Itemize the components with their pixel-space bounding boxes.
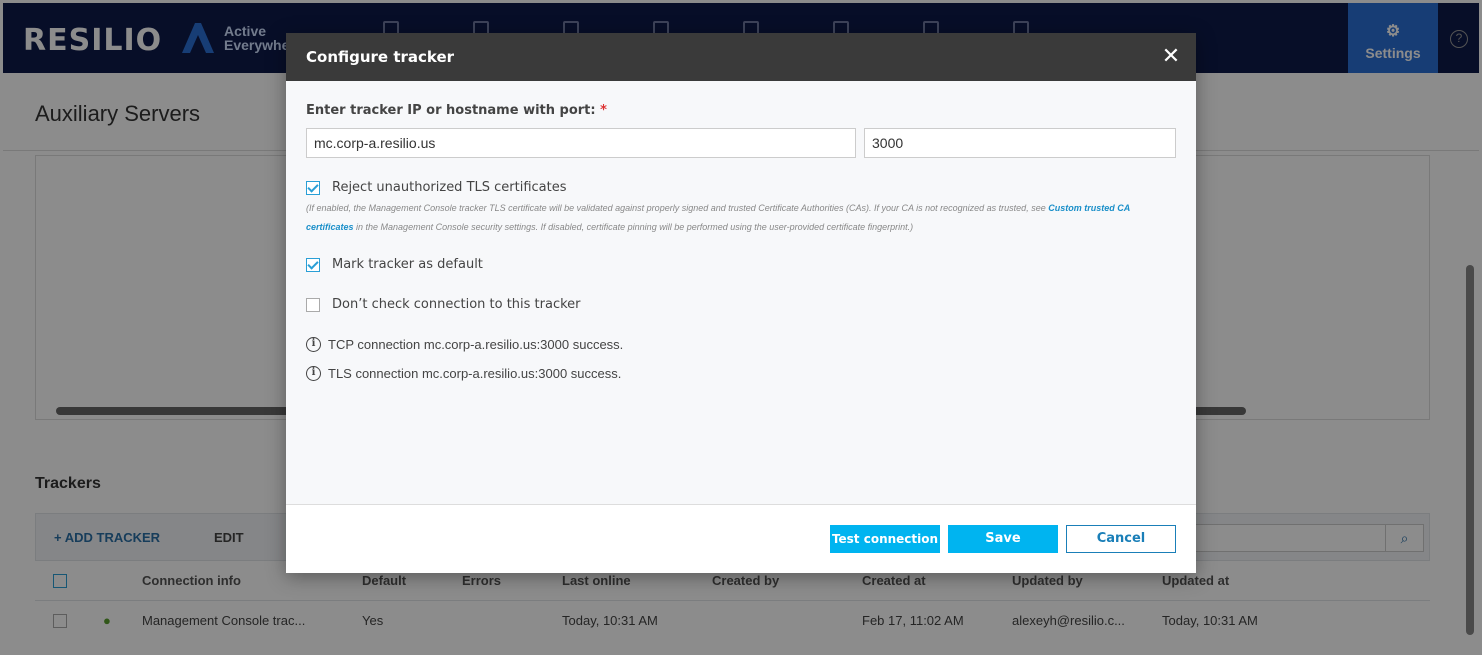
tls-hint-part2: in the Management Console security setti…: [353, 222, 914, 232]
dont-check-connection-checkbox[interactable]: [306, 298, 320, 312]
info-icon: i: [306, 366, 321, 381]
tls-status-line: i TLS connection mc.corp-a.resilio.us:30…: [306, 366, 621, 381]
tracker-host-input[interactable]: [306, 128, 856, 158]
test-connection-button[interactable]: Test connection: [830, 525, 940, 553]
tracker-address-label: Enter tracker IP or hostname with port: …: [306, 103, 607, 118]
close-icon[interactable]: ✕: [1158, 43, 1184, 69]
tcp-status-line: i TCP connection mc.corp-a.resilio.us:30…: [306, 337, 623, 352]
dont-check-connection-label[interactable]: Don’t check connection to this tracker: [332, 297, 581, 312]
dialog-header: Configure tracker ✕: [286, 33, 1196, 81]
configure-tracker-dialog: Configure tracker ✕ Enter tracker IP or …: [286, 33, 1196, 573]
tls-hint-text: (If enabled, the Management Console trac…: [306, 199, 1166, 237]
reject-tls-checkbox[interactable]: [306, 181, 320, 195]
dialog-title: Configure tracker: [306, 48, 455, 66]
tracker-address-label-text: Enter tracker IP or hostname with port:: [306, 103, 596, 118]
info-icon: i: [306, 337, 321, 352]
cancel-button[interactable]: Cancel: [1066, 525, 1176, 553]
tls-status-text: TLS connection mc.corp-a.resilio.us:3000…: [328, 366, 622, 381]
tracker-port-input[interactable]: [864, 128, 1176, 158]
required-marker: *: [600, 103, 607, 118]
dialog-footer: Test connection Save Cancel: [286, 504, 1196, 573]
tls-hint-part1: (If enabled, the Management Console trac…: [306, 203, 1049, 213]
mark-default-label[interactable]: Mark tracker as default: [332, 257, 483, 272]
mark-default-checkbox[interactable]: [306, 258, 320, 272]
tcp-status-text: TCP connection mc.corp-a.resilio.us:3000…: [328, 337, 624, 352]
reject-tls-label[interactable]: Reject unauthorized TLS certificates: [332, 180, 567, 195]
save-button[interactable]: Save: [948, 525, 1058, 553]
